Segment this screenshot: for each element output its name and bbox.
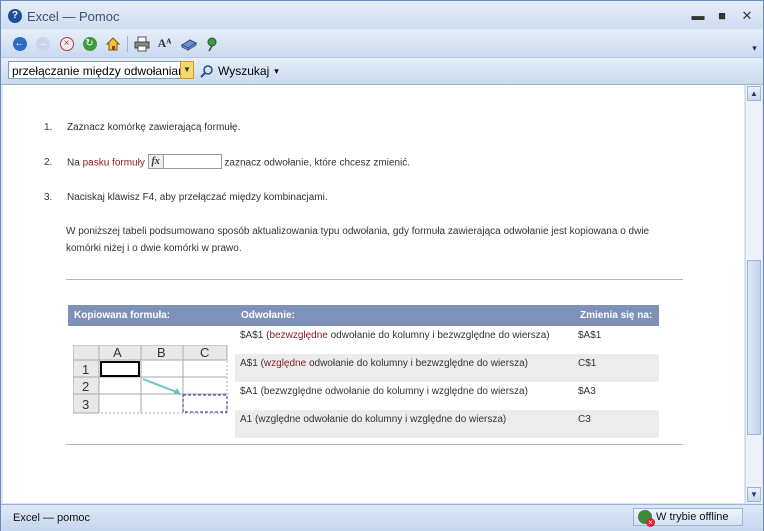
table-row: A1 (względne odwołanie do kolumny i wzgl… [235,410,659,438]
home-icon [105,36,120,50]
search-options-arrow[interactable]: ▾ [274,66,279,77]
step-text: Zaznacz komórkę zawierającą formułę. [67,122,241,133]
reference-description: (bezwzględne odwołanie do kolumny i wzgl… [260,386,528,397]
reference-value: $A1 [240,386,258,397]
table-header: Kopiowana formuła: Odwołanie: Zmienia si… [68,305,659,326]
forward-icon: → [35,36,50,51]
column-header-c: C [200,345,210,360]
print-icon [134,36,149,51]
row-header-3: 3 [82,397,90,412]
status-text: Excel — pomoc [13,512,91,524]
reference-value: A$1 [240,358,258,369]
back-icon: ← [12,36,27,51]
table-row: A$1 (względne odwołanie do kolumny i bez… [235,354,659,382]
column-header-a: A [113,345,122,360]
stop-icon: × [59,36,74,51]
reference-value: $A$1 [240,330,264,341]
reference-value: A1 [240,414,253,425]
step-text: Na [67,157,80,169]
reference-description: odwołanie do kolumny i bezwzględne do wi… [306,358,528,369]
summary-paragraph: W poniższej tabeli podsumowano sposób ak… [66,226,650,254]
search-input[interactable]: przełączanie między odwołaniami [8,61,186,79]
reference-description: odwołanie do kolumny i bezwzględne do wi… [327,330,550,341]
formula-bar-image: fx [147,154,222,169]
step-text: Naciskaj klawisz F4, aby przełączać międ… [67,192,328,203]
window-title: Excel — Pomoc [27,9,120,24]
title-bar: ? Excel — Pomoc ▬ ■ ✕ [1,1,763,29]
maximize-button[interactable]: ■ [713,8,731,24]
divider [66,279,683,280]
column-header-b: B [157,345,166,360]
toolbar-overflow-button[interactable]: ▾ [746,40,763,57]
result-value: $A$1 [578,330,602,341]
book-icon [180,38,197,51]
close-button[interactable]: ✕ [738,8,756,24]
connection-status-button[interactable]: W trybie offline [633,508,743,527]
text-size-button[interactable]: Aᴬ [156,35,173,52]
search-button-label: Wyszukaj [218,64,270,78]
step-number: 2. [44,157,53,168]
result-value: C3 [578,414,591,425]
result-value: C$1 [578,358,597,369]
forward-button[interactable]: → [34,35,51,52]
offline-icon [638,510,655,527]
step-number: 1. [44,122,53,133]
search-icon [200,64,213,78]
refresh-button[interactable]: ↻ [81,35,98,52]
step-number: 3. [44,192,53,203]
header-copied-formula: Kopiowana formuła: [74,310,171,321]
scroll-thumb[interactable] [747,260,761,435]
step-text: zaznacz odwołanie, które chcesz zmienić. [224,157,411,169]
header-changes-to: Zmienia się na: [580,310,653,321]
search-dropdown-button[interactable]: ▼ [180,61,194,79]
home-button[interactable] [104,35,121,52]
result-value: $A3 [578,386,596,397]
divider [66,444,683,445]
reference-kind: względne [263,358,307,369]
minimize-button[interactable]: ▬ [689,8,707,24]
toolbar-separator [127,36,128,52]
search-button[interactable]: Wyszukaj ▾ [200,62,279,80]
help-icon: ? [8,9,22,23]
fx-icon: fx [148,155,164,168]
keep-on-top-icon [207,37,216,51]
connection-status-label: W trybie offline [656,511,729,523]
header-reference: Odwołanie: [241,310,295,321]
status-bar: Excel — pomoc W trybie offline [1,504,763,531]
help-window: ? Excel — Pomoc ▬ ■ ✕ ← → × ↻ Aᴬ ▾ przeł… [0,0,764,531]
reference-kind: bezwzględne [269,330,328,341]
search-toolbar: przełączanie między odwołaniami ▼ Wyszuk… [1,58,763,85]
row-header-1: 1 [82,362,90,377]
scroll-down-button[interactable]: ▼ [747,487,761,502]
formula-bar-term: pasku formuły [82,157,145,169]
text-size-icon: Aᴬ [157,36,172,50]
table-row: $A1 (bezwzględne odwołanie do kolumny i … [235,382,659,410]
keep-on-top-button[interactable] [203,35,220,52]
toc-button[interactable] [180,35,197,52]
reference-description: (względne odwołanie do kolumny i względn… [255,414,507,425]
stop-button[interactable]: × [58,35,75,52]
vertical-scrollbar[interactable]: ▲ ▼ [745,85,762,503]
table-row: $A$1 (bezwzględne odwołanie do kolumny i… [235,326,659,354]
scroll-up-button[interactable]: ▲ [747,86,761,101]
navigation-toolbar: ← → × ↻ Aᴬ ▾ [1,30,763,58]
help-content: 1. Zaznacz komórkę zawierającą formułę. … [3,85,744,503]
print-button[interactable] [133,35,150,52]
back-button[interactable]: ← [11,35,28,52]
refresh-icon: ↻ [82,36,97,51]
row-header-2: 2 [82,379,90,394]
sheet-example: A B C 1 2 3 [73,345,228,417]
